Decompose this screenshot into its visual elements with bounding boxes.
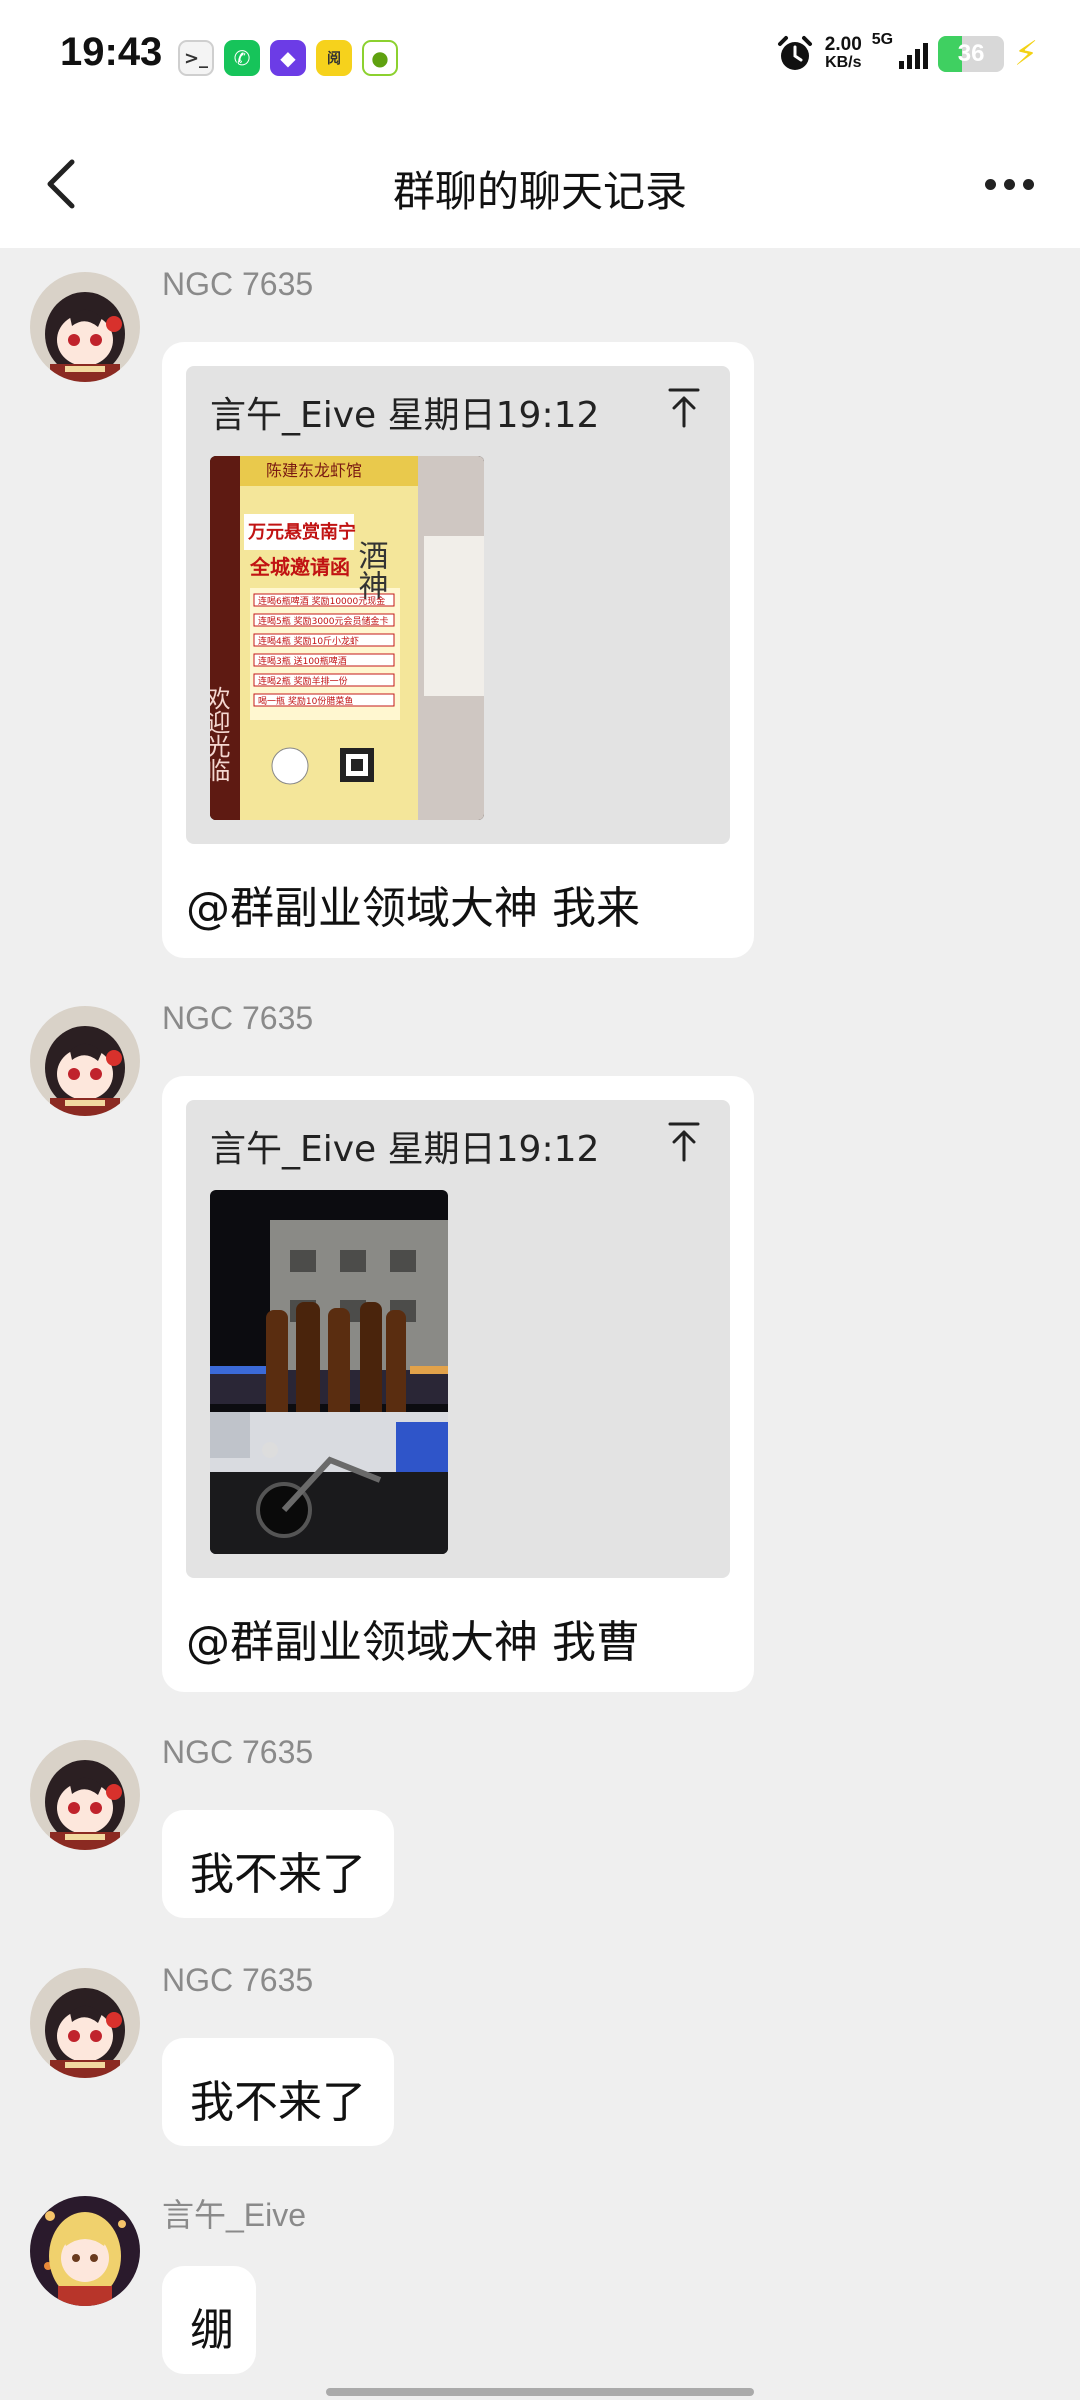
avatar[interactable] — [30, 1006, 140, 1116]
network-speed-value: 2.00 — [824, 34, 862, 55]
poster-rule-6: 喝一瓶 奖励10份腊菜鱼 — [258, 695, 353, 707]
forwarded-card[interactable]: 言午_Eive 星期日19:12 — [186, 1100, 730, 1578]
poster-rule-4: 连喝3瓶 送100瓶啤酒 — [258, 655, 347, 667]
sender-name: NGC 7635 — [162, 1962, 314, 1998]
sender-name: NGC 7635 — [162, 1734, 314, 1770]
sender-name: 言午_Eive — [162, 2197, 307, 2233]
message-caption: @群副业领域大神 我曹 — [186, 1617, 640, 1668]
alarm-icon — [777, 36, 812, 70]
network-speed: 2.00 KB/s — [824, 34, 862, 72]
battery-icon: 36 — [938, 36, 1005, 72]
avatar[interactable] — [30, 272, 140, 382]
text-message-bubble[interactable]: 我不来了 — [162, 1810, 394, 1918]
forwarded-image[interactable]: 陈建东龙虾馆 万元悬赏南宁 全城邀请函 酒神 欢迎光临 连喝6瓶啤酒 奖励100… — [210, 456, 484, 820]
blonde-anime-girl-avatar-icon — [30, 2196, 140, 2306]
top-bar: 群聊的聊天记录 — [0, 120, 1080, 248]
phone-icon: ✆ — [224, 40, 260, 76]
restaurant-poster-image: 陈建东龙虾馆 万元悬赏南宁 全城邀请函 酒神 欢迎光临 连喝6瓶啤酒 奖励100… — [210, 456, 484, 820]
avatar[interactable] — [30, 1740, 140, 1850]
forwarded-message-bubble[interactable]: 言午_Eive 星期日19:12 — [162, 1076, 754, 1692]
anime-girl-avatar-icon — [30, 1968, 140, 2078]
poster-banner-text: 陈建东龙虾馆 — [266, 461, 362, 480]
poster-headline-1: 万元悬赏南宁 — [247, 521, 356, 543]
forwarded-header: 言午_Eive 星期日19:12 — [210, 1129, 600, 1170]
status-app-icons: >_ ✆ ◆ 阅 ● — [178, 40, 398, 76]
shortcut-icon: ◆ — [270, 40, 306, 76]
home-indicator[interactable] — [326, 2388, 754, 2396]
network-speed-unit: KB/s — [825, 54, 862, 71]
poster-rule-2: 连喝5瓶 奖励3000元会员储金卡 — [258, 615, 389, 627]
sender-name: NGC 7635 — [162, 1000, 314, 1036]
truck-with-giant-beer-bottles-photo — [210, 1190, 448, 1554]
anime-girl-avatar-icon — [30, 272, 140, 382]
text-message-bubble[interactable]: 绷 — [162, 2266, 256, 2374]
sender-name: NGC 7635 — [162, 266, 314, 302]
green-app-icon: ● — [362, 40, 398, 76]
network-type: 5G — [871, 31, 894, 48]
poster-rule-3: 连喝4瓶 奖励10斤小龙虾 — [258, 635, 359, 647]
reading-app-icon: 阅 — [316, 40, 352, 76]
message-text: 我不来了 — [190, 2077, 366, 2128]
status-bar: 19:43 >_ ✆ ◆ 阅 ● 2.00 KB/s 5G 36 ⚡ — [0, 0, 1080, 120]
arrow-up-icon[interactable] — [664, 1118, 704, 1164]
poster-headline-2: 全城邀请函 — [249, 555, 350, 579]
anime-girl-avatar-icon — [30, 1740, 140, 1850]
charging-icon: ⚡ — [1014, 34, 1038, 74]
page-title: 群聊的聊天记录 — [392, 167, 687, 216]
avatar[interactable] — [30, 2196, 140, 2306]
poster-rule-5: 连喝2瓶 奖励羊排一份 — [258, 675, 348, 687]
anime-girl-avatar-icon — [30, 1006, 140, 1116]
message-text: 我不来了 — [190, 1849, 366, 1900]
poster-left-sign: 欢迎光临 — [210, 686, 230, 782]
avatar[interactable] — [30, 1968, 140, 2078]
forwarded-message-bubble[interactable]: 言午_Eive 星期日19:12 — [162, 342, 754, 958]
poster-rule-1: 连喝6瓶啤酒 奖励10000元现金 — [258, 595, 385, 607]
forwarded-header: 言午_Eive 星期日19:12 — [210, 395, 600, 436]
poster-side-text: 酒神 — [353, 540, 389, 600]
status-time: 19:43 — [60, 30, 163, 74]
forwarded-image[interactable] — [210, 1190, 448, 1554]
text-message-bubble[interactable]: 我不来了 — [162, 2038, 394, 2146]
forwarded-card[interactable]: 言午_Eive 星期日19:12 — [186, 366, 730, 844]
signal-strength-icon — [899, 39, 929, 69]
more-dots-icon[interactable] — [974, 158, 1044, 210]
terminal-icon: >_ — [178, 40, 214, 76]
arrow-up-icon[interactable] — [664, 384, 704, 430]
status-indicators: 2.00 KB/s 5G 36 ⚡ — [775, 31, 1038, 74]
message-text: 绷 — [190, 2305, 234, 2356]
battery-percent: 36 — [957, 40, 985, 67]
message-caption: @群副业领域大神 我来 — [186, 883, 640, 934]
